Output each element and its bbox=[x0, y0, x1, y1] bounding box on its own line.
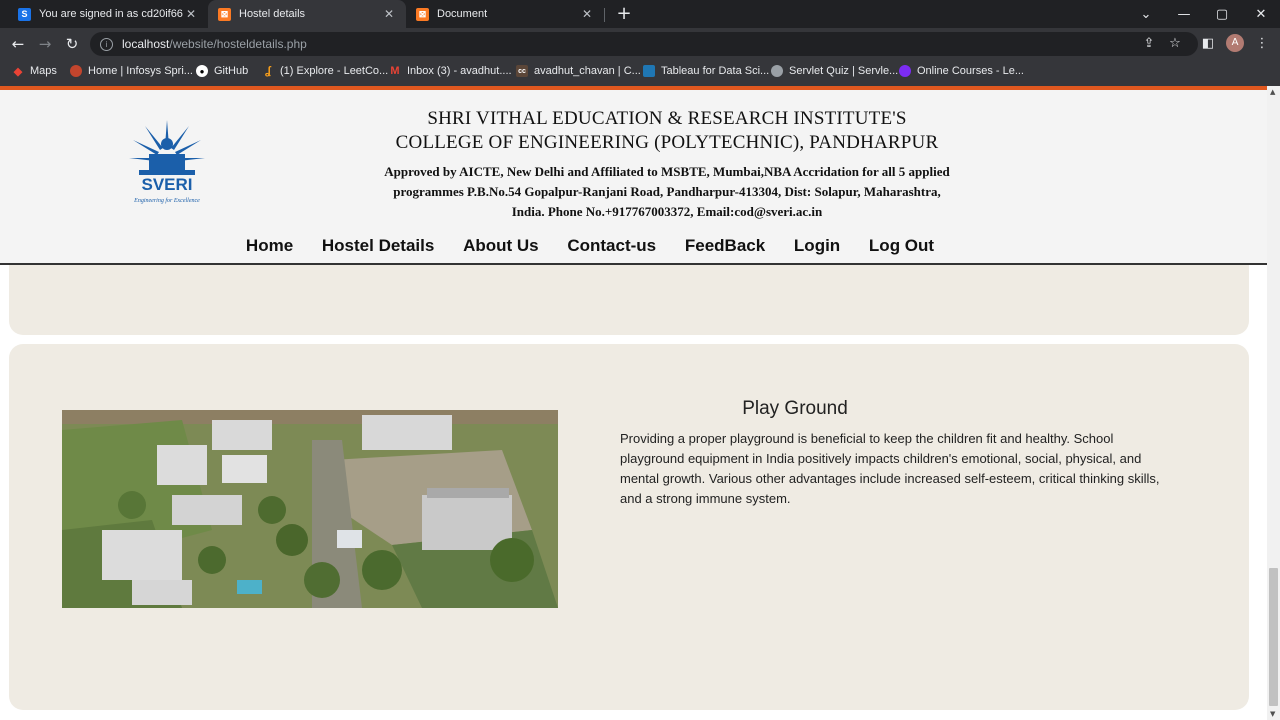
close-window-icon[interactable]: ✕ bbox=[1242, 0, 1280, 28]
address-bar[interactable]: i localhost/website/hosteldetails.php bbox=[90, 32, 1198, 56]
new-tab-icon[interactable]: + bbox=[614, 4, 634, 24]
tab-signed-in[interactable]: S You are signed in as cd20if66 ✕ bbox=[8, 0, 208, 28]
bookmark-label: (1) Explore - LeetCo... bbox=[280, 65, 389, 77]
site-header: SVERI Engineering for Excellence SHRI VI… bbox=[0, 90, 1267, 265]
codechef-icon: cc bbox=[516, 65, 528, 77]
url-host: localhost bbox=[122, 37, 170, 51]
bookmark-label: Servlet Quiz | Servle... bbox=[789, 65, 899, 77]
bookmark-leetcode[interactable]: ʆ (1) Explore - LeetCo... bbox=[262, 63, 388, 79]
xampp-icon: ⊠ bbox=[416, 7, 429, 21]
nav-login[interactable]: Login bbox=[794, 236, 840, 256]
bookmark-github[interactable]: ● GitHub bbox=[196, 63, 248, 79]
section-card: Play Ground Providing a proper playgroun… bbox=[9, 344, 1249, 710]
playground-image bbox=[62, 410, 558, 608]
page-viewport: Play Ground Providing a proper playgroun… bbox=[0, 90, 1267, 720]
bookmark-maps[interactable]: ◆ Maps bbox=[12, 63, 57, 79]
bookmark-label: Home | Infosys Spri... bbox=[88, 65, 193, 77]
infosys-icon bbox=[70, 65, 82, 77]
avatar[interactable]: A bbox=[1226, 34, 1244, 52]
sveri-logo[interactable]: SVERI Engineering for Excellence bbox=[125, 114, 209, 206]
gmail-icon: M bbox=[390, 65, 400, 77]
back-icon[interactable]: ← bbox=[8, 34, 28, 54]
course-icon bbox=[899, 65, 911, 77]
scroll-down-icon[interactable]: ▼ bbox=[1270, 710, 1275, 718]
bookmark-servlet-quiz[interactable]: Servlet Quiz | Servle... bbox=[771, 63, 898, 79]
minimize-icon[interactable]: — bbox=[1165, 0, 1203, 28]
logo-text: SVERI bbox=[141, 175, 192, 194]
bookmark-online-courses[interactable]: Online Courses - Le... bbox=[899, 63, 1024, 79]
s-icon: S bbox=[18, 7, 31, 21]
institute-name-line2: COLLEGE OF ENGINEERING (POLYTECHNIC), PA… bbox=[395, 132, 939, 153]
close-icon[interactable]: ✕ bbox=[580, 7, 594, 21]
close-icon[interactable]: ✕ bbox=[184, 7, 198, 21]
tab-title: Hostel details bbox=[239, 8, 306, 20]
browser-toolbar: ← → ↻ i localhost/website/hosteldetails.… bbox=[0, 28, 1280, 60]
tab-title: You are signed in as cd20if66 bbox=[39, 8, 183, 20]
approval-line: India. Phone No.+917767003372, Email:cod… bbox=[511, 204, 823, 219]
section-description: Providing a proper playground is benefic… bbox=[620, 431, 1160, 506]
approval-line: programmes P.B.No.54 Gopalpur-Ranjani Ro… bbox=[393, 184, 941, 199]
tab-separator bbox=[604, 8, 605, 22]
maximize-icon[interactable]: ▢ bbox=[1203, 0, 1241, 28]
logo-tagline: Engineering for Excellence bbox=[133, 197, 200, 204]
nav-hostel-details[interactable]: Hostel Details bbox=[322, 236, 434, 256]
tableau-icon bbox=[643, 65, 655, 77]
side-panel-icon[interactable]: ◧ bbox=[1198, 34, 1218, 54]
bookmark-label: avadhut_chavan | C... bbox=[534, 65, 641, 77]
main-nav: Home Hostel Details About Us Contact-us … bbox=[0, 236, 1180, 256]
nav-home[interactable]: Home bbox=[246, 236, 293, 256]
xampp-icon: ⊠ bbox=[218, 7, 231, 21]
bookmarks-bar: ◆ Maps Home | Infosys Spri... ● GitHub ʆ (1… bbox=[0, 60, 1280, 82]
menu-icon[interactable]: ⋮ bbox=[1252, 34, 1272, 54]
nav-log-out[interactable]: Log Out bbox=[869, 236, 934, 256]
leetcode-icon: ʆ bbox=[265, 65, 271, 77]
maps-icon: ◆ bbox=[13, 65, 23, 78]
scroll-up-icon[interactable]: ▲ bbox=[1270, 88, 1275, 96]
bookmark-gmail[interactable]: M Inbox (3) - avadhut.... bbox=[389, 63, 512, 79]
reload-icon[interactable]: ↻ bbox=[62, 34, 82, 54]
tab-document[interactable]: ⊠ Document ✕ bbox=[406, 0, 604, 28]
github-icon: ● bbox=[196, 65, 208, 77]
approval-info: Approved by AICTE, New Delhi and Affilia… bbox=[370, 162, 964, 222]
close-icon[interactable]: ✕ bbox=[382, 7, 396, 21]
tab-hostel-details[interactable]: ⊠ Hostel details ✕ bbox=[208, 0, 406, 28]
chevron-down-icon[interactable]: ⌄ bbox=[1127, 0, 1165, 28]
institute-name-line1: SHRI VITHAL EDUCATION & RESEARCH INSTITU… bbox=[427, 108, 907, 129]
nav-feedback[interactable]: FeedBack bbox=[685, 236, 765, 256]
bookmark-label: Inbox (3) - avadhut.... bbox=[407, 65, 512, 77]
star-icon[interactable]: ☆ bbox=[1165, 34, 1185, 54]
approval-line: Approved by AICTE, New Delhi and Affilia… bbox=[384, 164, 950, 179]
bookmark-infosys[interactable]: Home | Infosys Spri... bbox=[70, 63, 193, 79]
bookmark-label: Maps bbox=[30, 65, 57, 77]
scrollbar-thumb[interactable] bbox=[1269, 568, 1278, 706]
bookmark-label: Online Courses - Le... bbox=[917, 65, 1024, 77]
nav-contact-us[interactable]: Contact-us bbox=[567, 236, 656, 256]
share-icon[interactable]: ⇪ bbox=[1139, 34, 1159, 54]
info-icon[interactable]: i bbox=[100, 37, 113, 51]
forward-icon[interactable]: → bbox=[35, 34, 55, 54]
tab-title: Document bbox=[437, 8, 488, 20]
tab-strip: S You are signed in as cd20if66 ✕ ⊠ Host… bbox=[0, 0, 1280, 28]
bookmark-codechef[interactable]: cc avadhut_chavan | C... bbox=[516, 63, 641, 79]
bookmark-label: Tableau for Data Sci... bbox=[661, 65, 770, 77]
nav-about-us[interactable]: About Us bbox=[463, 236, 539, 256]
page-scrollbar[interactable]: ▲ ▼ bbox=[1267, 86, 1280, 720]
url-path: /website/hosteldetails.php bbox=[169, 37, 307, 51]
bookmark-tableau[interactable]: Tableau for Data Sci... bbox=[643, 63, 769, 79]
section-title: Play Ground bbox=[742, 398, 848, 419]
globe-icon bbox=[771, 65, 783, 77]
bookmark-label: GitHub bbox=[214, 65, 249, 77]
